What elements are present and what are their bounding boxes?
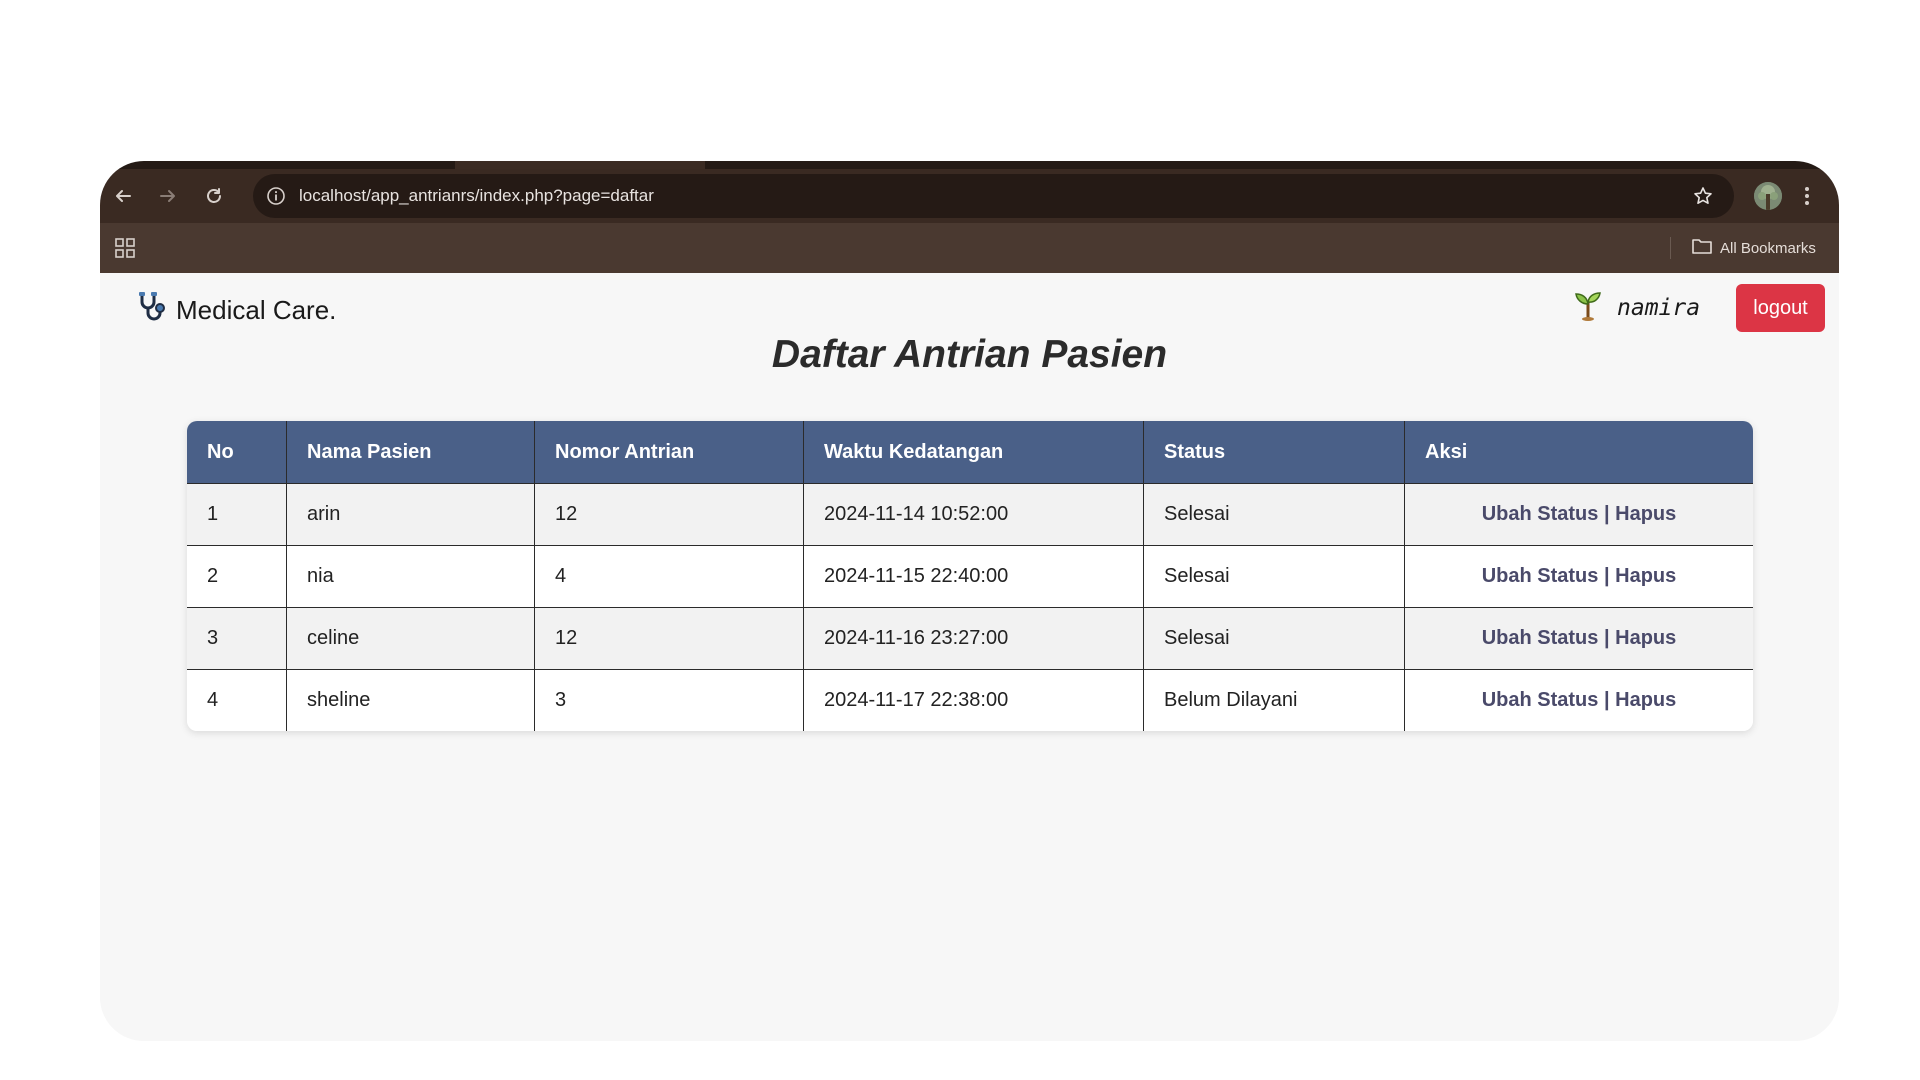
cell-no: 2: [187, 545, 287, 608]
reload-icon[interactable]: [201, 183, 227, 209]
hapus-link[interactable]: Hapus: [1615, 565, 1676, 587]
cell-aksi: Ubah Status | Hapus: [1404, 607, 1753, 670]
table-row: 3 celine 12 2024-11-16 23:27:00 Selesai …: [187, 607, 1753, 670]
address-bar[interactable]: localhost/app_antrianrs/index.php?page=d…: [253, 174, 1734, 218]
forward-arrow-icon[interactable]: [155, 183, 181, 209]
bookmarks-bar: All Bookmarks: [100, 223, 1839, 273]
cell-aksi: Ubah Status | Hapus: [1404, 669, 1753, 731]
cell-status: Selesai: [1143, 545, 1405, 608]
cell-nama: sheline: [286, 669, 535, 731]
profile-avatar[interactable]: [1754, 182, 1782, 210]
table-row: 4 sheline 3 2024-11-17 22:38:00 Belum Di…: [187, 669, 1753, 731]
username: namira: [1617, 294, 1701, 321]
column-header-status: Status: [1143, 421, 1405, 484]
cell-aksi: Ubah Status | Hapus: [1404, 483, 1753, 546]
column-header-no: No: [187, 421, 287, 484]
browser-window: localhost/app_antrianrs/index.php?page=d…: [100, 161, 1839, 1041]
folder-icon: [1692, 237, 1712, 259]
all-bookmarks-label: All Bookmarks: [1720, 239, 1816, 257]
cell-waktu: 2024-11-14 10:52:00: [803, 483, 1144, 546]
action-separator: |: [1603, 689, 1610, 711]
cell-nama: celine: [286, 607, 535, 670]
action-separator: |: [1603, 627, 1610, 649]
cell-waktu: 2024-11-16 23:27:00: [803, 607, 1144, 670]
cell-nama: arin: [286, 483, 535, 546]
cell-no: 3: [187, 607, 287, 670]
ubah-status-link[interactable]: Ubah Status: [1482, 565, 1599, 587]
cell-status: Belum Dilayani: [1143, 669, 1405, 731]
cell-aksi: Ubah Status | Hapus: [1404, 545, 1753, 608]
table-row: 2 nia 4 2024-11-15 22:40:00 Selesai Ubah…: [187, 545, 1753, 608]
apps-grid-icon[interactable]: [113, 236, 137, 260]
table-header-row: No Nama Pasien Nomor Antrian Waktu Kedat…: [187, 421, 1753, 484]
cell-no: 4: [187, 669, 287, 731]
cell-nomor: 3: [534, 669, 804, 731]
info-icon[interactable]: [263, 183, 289, 209]
cell-nomor: 4: [534, 545, 804, 608]
sprout-icon: [1573, 289, 1603, 326]
stethoscope-icon: [136, 291, 168, 330]
column-header-aksi: Aksi: [1404, 421, 1753, 484]
ubah-status-link[interactable]: Ubah Status: [1482, 503, 1599, 525]
brand-name: Medical Care.: [176, 295, 337, 325]
all-bookmarks-button[interactable]: All Bookmarks: [1692, 223, 1816, 273]
cell-waktu: 2024-11-17 22:38:00: [803, 669, 1144, 731]
action-separator: |: [1603, 503, 1610, 525]
cell-no: 1: [187, 483, 287, 546]
tab-strip: [100, 161, 1839, 169]
kebab-menu-icon[interactable]: [1799, 182, 1815, 210]
queue-table: No Nama Pasien Nomor Antrian Waktu Kedat…: [187, 421, 1753, 731]
logout-button[interactable]: logout: [1736, 284, 1825, 332]
table-row: 1 arin 12 2024-11-14 10:52:00 Selesai Ub…: [187, 483, 1753, 546]
column-header-nomor: Nomor Antrian: [534, 421, 804, 484]
back-arrow-icon[interactable]: [110, 183, 136, 209]
page-title: Daftar Antrian Pasien: [771, 333, 1168, 376]
cell-nomor: 12: [534, 607, 804, 670]
hapus-link[interactable]: Hapus: [1615, 627, 1676, 649]
browser-toolbar: localhost/app_antrianrs/index.php?page=d…: [100, 169, 1839, 223]
cell-waktu: 2024-11-15 22:40:00: [803, 545, 1144, 608]
hapus-link[interactable]: Hapus: [1615, 503, 1676, 525]
column-header-waktu: Waktu Kedatangan: [803, 421, 1144, 484]
ubah-status-link[interactable]: Ubah Status: [1482, 689, 1599, 711]
cell-nama: nia: [286, 545, 535, 608]
url-text[interactable]: localhost/app_antrianrs/index.php?page=d…: [299, 174, 654, 218]
ubah-status-link[interactable]: Ubah Status: [1482, 627, 1599, 649]
page-content: Medical Care. namira logout Daftar Antri…: [100, 273, 1839, 1041]
tab[interactable]: [455, 161, 705, 169]
action-separator: |: [1603, 565, 1610, 587]
cell-status: Selesai: [1143, 483, 1405, 546]
cell-nomor: 12: [534, 483, 804, 546]
brand[interactable]: Medical Care.: [136, 291, 336, 330]
column-header-nama: Nama Pasien: [286, 421, 535, 484]
cell-status: Selesai: [1143, 607, 1405, 670]
bookmarks-divider: [1670, 237, 1671, 259]
star-icon[interactable]: [1690, 183, 1716, 209]
hapus-link[interactable]: Hapus: [1615, 689, 1676, 711]
user-info: namira: [1573, 289, 1700, 326]
